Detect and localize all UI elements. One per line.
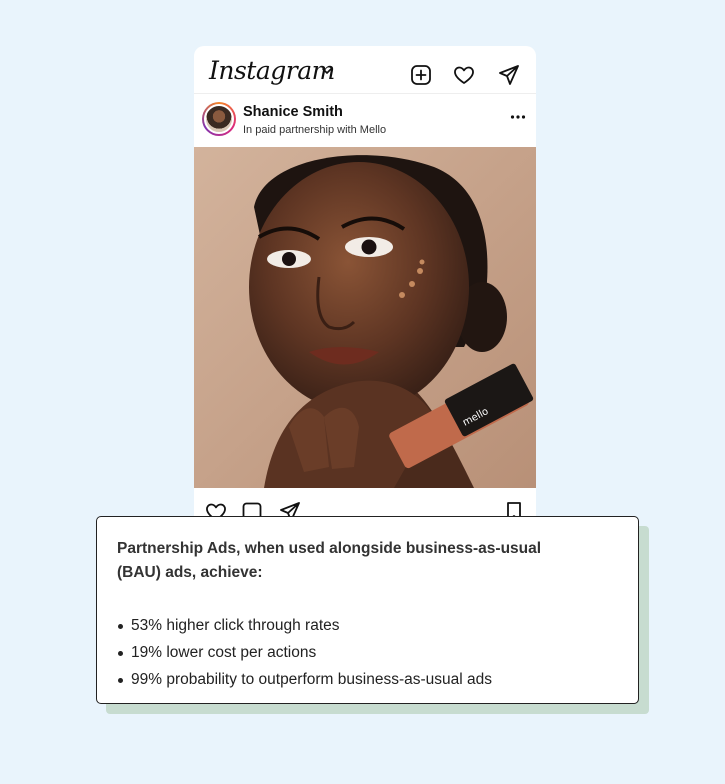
partnership-ads-callout: Partnership Ads, when used alongside bus…	[96, 516, 639, 704]
list-item: 53% higher click through rates	[117, 612, 618, 639]
list-item: 19% lower cost per actions	[117, 639, 618, 666]
send-icon[interactable]	[497, 63, 521, 87]
stats-list: 53% higher click through rates 19% lower…	[117, 612, 618, 693]
post-photo[interactable]: mello	[194, 147, 536, 488]
instagram-post-card: Instagram Shanice Smith In paid partners…	[194, 46, 536, 524]
add-post-icon[interactable]	[409, 63, 433, 87]
list-item: 99% probability to outperform business-a…	[117, 666, 618, 693]
heart-icon[interactable]	[452, 63, 476, 87]
chevron-down-icon[interactable]	[321, 67, 333, 75]
instagram-logo[interactable]: Instagram	[209, 56, 335, 85]
avatar[interactable]	[202, 102, 236, 136]
post-username[interactable]: Shanice Smith	[243, 104, 343, 120]
portrait-photo-illustration: mello	[194, 147, 536, 488]
paid-partnership-label[interactable]: In paid partnership with Mello	[243, 124, 386, 136]
post-header: Shanice Smith In paid partnership with M…	[194, 94, 536, 146]
callout-heading: Partnership Ads, when used alongside bus…	[117, 540, 542, 581]
instagram-header: Instagram	[194, 46, 536, 94]
more-options-icon[interactable]	[510, 114, 526, 120]
